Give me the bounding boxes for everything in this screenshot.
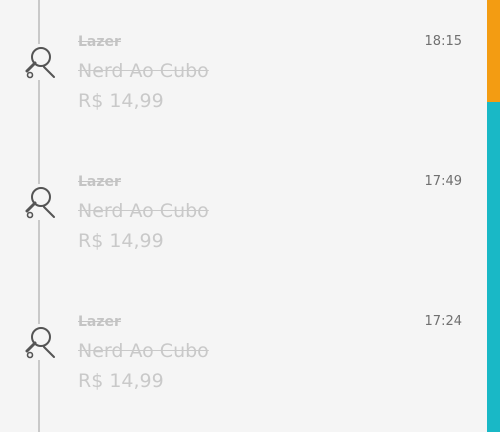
transaction-category: Lazer bbox=[78, 34, 121, 50]
transaction-timeline: Lazer Nerd Ao Cubo R$ 14,99 18:15 Lazer … bbox=[0, 0, 500, 432]
transaction-title: Nerd Ao Cubo bbox=[78, 200, 209, 222]
list-item[interactable]: Lazer Nerd Ao Cubo R$ 14,99 17:24 bbox=[0, 280, 487, 420]
transaction-time: 18:15 bbox=[424, 34, 462, 49]
transaction-amount: R$ 14,99 bbox=[78, 370, 164, 392]
transaction-amount: R$ 14,99 bbox=[78, 90, 164, 112]
side-color-bar-accent bbox=[487, 0, 500, 102]
transaction-title: Nerd Ao Cubo bbox=[78, 60, 209, 82]
transaction-category: Lazer bbox=[78, 174, 121, 190]
transaction-time: 17:49 bbox=[424, 174, 462, 189]
transaction-title: Nerd Ao Cubo bbox=[78, 340, 209, 362]
transaction-category: Lazer bbox=[78, 314, 121, 330]
ping-pong-paddle-icon bbox=[22, 324, 58, 360]
transaction-amount: R$ 14,99 bbox=[78, 230, 164, 252]
list-item[interactable]: Lazer Nerd Ao Cubo R$ 14,99 18:15 bbox=[0, 0, 487, 140]
list-item[interactable]: Lazer Nerd Ao Cubo R$ 14,99 17:49 bbox=[0, 140, 487, 280]
ping-pong-paddle-icon bbox=[22, 184, 58, 220]
side-color-bar bbox=[487, 0, 500, 432]
ping-pong-paddle-icon bbox=[22, 44, 58, 80]
transaction-time: 17:24 bbox=[424, 314, 462, 329]
